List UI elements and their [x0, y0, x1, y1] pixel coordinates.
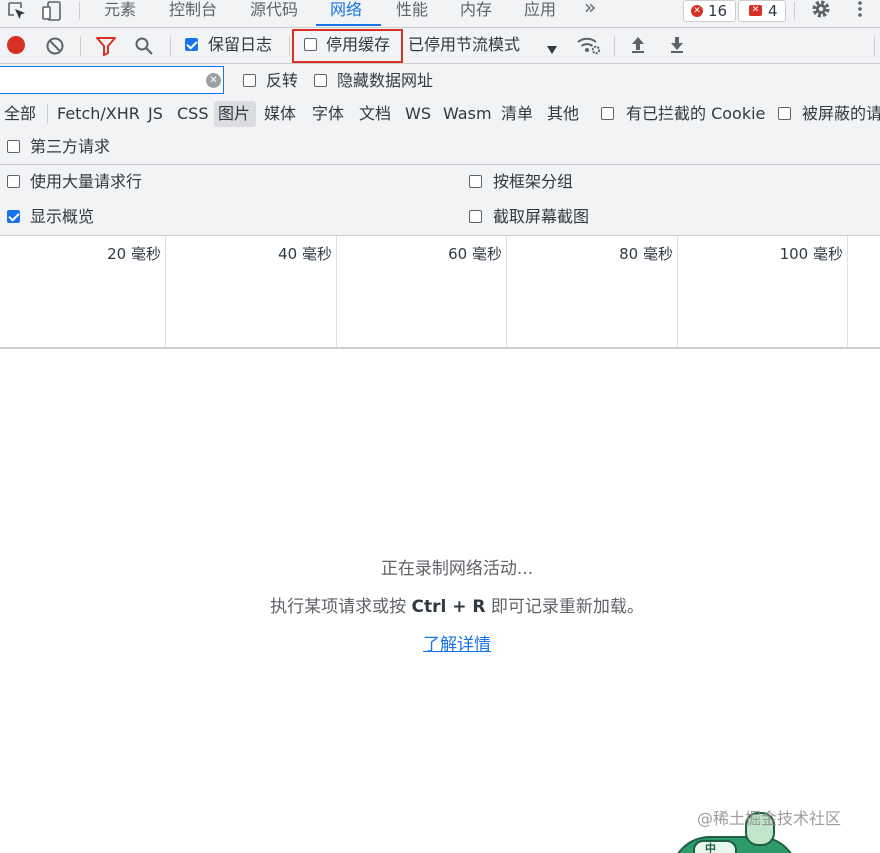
- tab-sources[interactable]: 源代码: [250, 0, 298, 26]
- timeline-gridline: [847, 236, 848, 347]
- throttling-select[interactable]: 已停用节流模式: [408, 35, 520, 55]
- filter-icon[interactable]: [95, 36, 117, 56]
- mascot-character: 中: [705, 842, 716, 853]
- active-tab-indicator: [316, 24, 381, 26]
- filter-input-box[interactable]: ✕: [0, 66, 224, 94]
- type-filter-img[interactable]: 图片: [218, 104, 250, 124]
- export-har-icon[interactable]: [668, 35, 686, 55]
- type-filter-ws[interactable]: WS: [405, 104, 431, 124]
- blocked-requests-label: 被屏蔽的请: [802, 104, 880, 123]
- reload-hint-suffix: 即可记录重新加载。: [485, 597, 644, 617]
- group-by-frame-label: 按框架分组: [493, 172, 574, 191]
- import-har-icon[interactable]: [629, 35, 647, 55]
- type-filter-manifest[interactable]: 清单: [501, 104, 533, 124]
- show-overview-checkbox[interactable]: [7, 210, 20, 223]
- inspect-element-icon[interactable]: [7, 1, 27, 21]
- large-rows-checkbox[interactable]: [7, 175, 20, 188]
- disable-cache-label: 停用缓存: [326, 35, 391, 54]
- issue-icon: ✕: [749, 5, 762, 16]
- preserve-log-checkbox[interactable]: [185, 38, 198, 51]
- reload-hint-prefix: 执行某项请求或按: [270, 597, 412, 617]
- issues-count: 4: [768, 2, 778, 20]
- tab-elements[interactable]: 元素: [104, 0, 136, 26]
- tab-separator: [79, 2, 80, 20]
- settings-gear-icon[interactable]: [810, 0, 832, 20]
- toolbar-separator: [289, 36, 290, 56]
- settings-pane: 使用大量请求行 按框架分组 显示概览 截取屏幕截图: [0, 165, 880, 236]
- more-tabs-button[interactable]: »: [584, 0, 596, 23]
- filter-input[interactable]: [3, 70, 203, 90]
- type-filter-font[interactable]: 字体: [312, 104, 344, 124]
- timeline-gridline: [506, 236, 507, 347]
- timeline-tick-label: 60 毫秒: [448, 245, 502, 263]
- tab-network[interactable]: 网络: [330, 0, 362, 26]
- errors-badge[interactable]: ✕ 16: [683, 0, 736, 22]
- device-toolbar-icon[interactable]: [42, 1, 64, 21]
- recording-message: 正在录制网络活动...: [380, 559, 534, 579]
- tab-memory[interactable]: 内存: [460, 0, 492, 26]
- more-options-icon[interactable]: [855, 0, 865, 20]
- timeline-tick-label: 100 毫秒: [779, 245, 843, 263]
- error-icon: ✕: [691, 5, 703, 17]
- tab-bar: 元素 控制台 源代码 网络 性能 内存 应用 » ✕ 16 ✕ 4: [0, 0, 880, 28]
- watermark-text: @稀土掘金技术社区: [697, 809, 842, 828]
- capture-screenshots-checkbox[interactable]: [469, 210, 482, 223]
- large-rows-label: 使用大量请求行: [30, 172, 143, 191]
- type-filter-all[interactable]: 全部: [4, 104, 36, 124]
- reload-shortcut: Ctrl + R: [411, 597, 486, 617]
- type-filter-css[interactable]: CSS: [177, 104, 208, 124]
- group-by-frame-checkbox[interactable]: [469, 175, 482, 188]
- clear-icon[interactable]: [45, 36, 65, 56]
- show-overview-label: 显示概览: [30, 207, 95, 226]
- record-button[interactable]: [7, 36, 25, 54]
- toolbar-separator: [80, 36, 81, 56]
- timeline-tick-label: 20 毫秒: [107, 245, 161, 263]
- type-filter-fetch-xhr[interactable]: Fetch/XHR: [57, 104, 140, 124]
- type-filter-js[interactable]: JS: [148, 104, 163, 124]
- hide-data-urls-label: 隐藏数据网址: [337, 71, 434, 90]
- type-separator: [47, 104, 48, 124]
- third-party-label: 第三方请求: [30, 137, 111, 156]
- search-icon[interactable]: [134, 36, 154, 56]
- type-filter-wasm[interactable]: Wasm: [443, 104, 492, 124]
- network-toolbar: 保留日志 停用缓存 已停用节流模式: [0, 28, 880, 64]
- errors-count: 16: [708, 2, 728, 20]
- capture-screenshots-label: 截取屏幕截图: [493, 207, 590, 226]
- network-conditions-icon[interactable]: [576, 34, 602, 56]
- chevron-down-icon[interactable]: [546, 40, 558, 54]
- disable-cache-checkbox[interactable]: [304, 38, 317, 51]
- hide-data-urls-checkbox[interactable]: [314, 74, 327, 87]
- timeline-gridline: [677, 236, 678, 347]
- blocked-requests-checkbox[interactable]: [778, 107, 791, 120]
- tab-console[interactable]: 控制台: [169, 0, 217, 26]
- reload-hint: 执行某项请求或按 Ctrl + R 即可记录重新加载。: [0, 593, 880, 621]
- blocked-cookies-label: 有已拦截的 Cookie: [626, 104, 766, 123]
- tab-performance[interactable]: 性能: [396, 0, 428, 26]
- third-party-checkbox[interactable]: [7, 140, 20, 153]
- invert-checkbox[interactable]: [243, 74, 256, 87]
- blocked-cookies-checkbox[interactable]: [601, 107, 614, 120]
- preserve-log-label: 保留日志: [208, 35, 273, 54]
- tab-separator: [794, 2, 795, 20]
- timeline-tick-label: 40 毫秒: [278, 245, 332, 263]
- timeline-gridline: [165, 236, 166, 347]
- issues-badge[interactable]: ✕ 4: [738, 0, 786, 22]
- timeline-tick-label: 80 毫秒: [619, 245, 673, 263]
- toolbar-separator: [170, 36, 171, 56]
- type-filter-doc[interactable]: 文档: [359, 104, 391, 124]
- toolbar-separator: [874, 36, 875, 56]
- type-filter-media[interactable]: 媒体: [264, 104, 296, 124]
- clear-filter-icon[interactable]: ✕: [206, 73, 221, 88]
- learn-more-link[interactable]: 了解详情: [423, 635, 491, 655]
- timeline-gridline: [336, 236, 337, 347]
- invert-label: 反转: [266, 71, 299, 90]
- tab-application[interactable]: 应用: [524, 0, 556, 26]
- type-filter-other[interactable]: 其他: [547, 104, 579, 124]
- empty-state: 正在录制网络活动... 执行某项请求或按 Ctrl + R 即可记录重新加载。 …: [0, 555, 880, 659]
- toolbar-separator: [614, 36, 615, 56]
